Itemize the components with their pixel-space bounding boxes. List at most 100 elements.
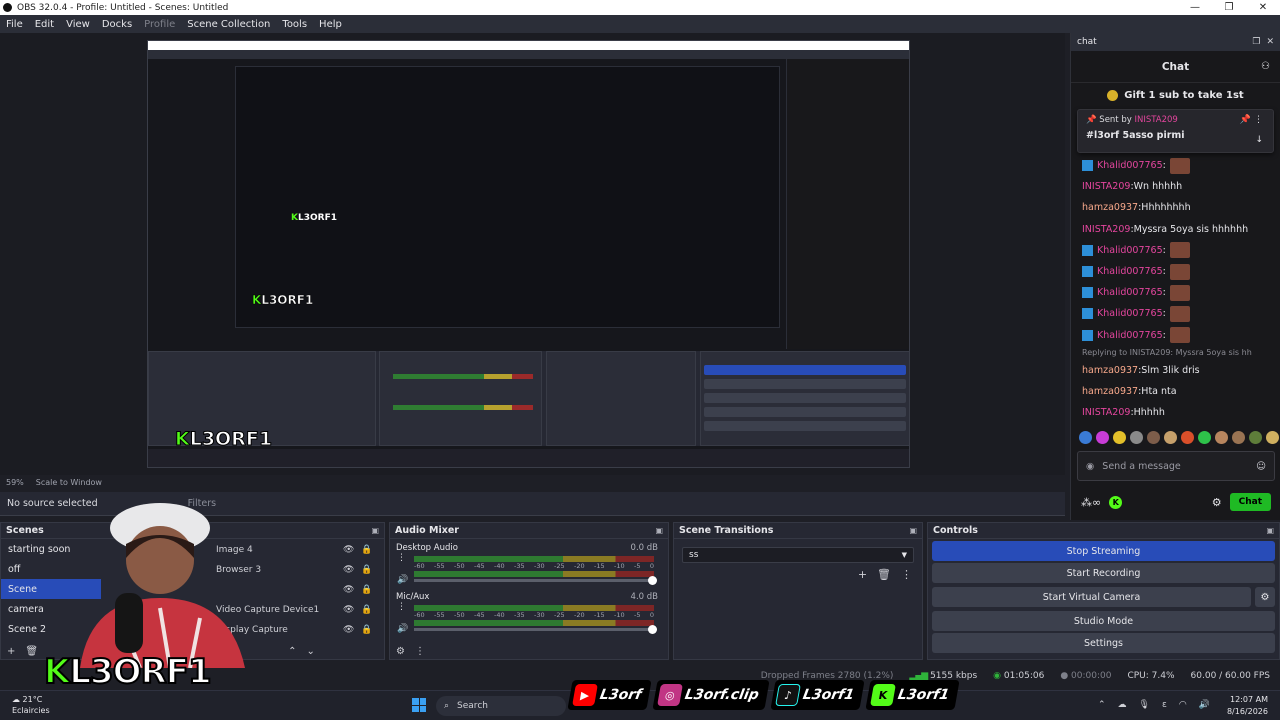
- dock-menu-icon[interactable]: ▣: [909, 526, 917, 535]
- chat-username[interactable]: Khalid007765: [1097, 245, 1163, 256]
- tray-chevron-icon[interactable]: ⌃: [1098, 700, 1106, 710]
- maximize-icon[interactable]: ❐: [1212, 2, 1246, 13]
- emote-icon[interactable]: [1232, 431, 1245, 444]
- speaker-icon[interactable]: 🔊: [397, 575, 408, 585]
- scale-mode[interactable]: Scale to Window: [36, 478, 102, 487]
- speaker-icon[interactable]: 🔊: [397, 624, 408, 634]
- meter-tick: -60: [414, 562, 425, 570]
- menu-scene-collection[interactable]: Scene Collection: [181, 19, 276, 30]
- chat-text: Hhhhh: [1133, 407, 1165, 419]
- dock-menu-icon[interactable]: ▣: [1266, 526, 1274, 535]
- chat-username[interactable]: INISTA209: [1082, 181, 1130, 192]
- more-icon[interactable]: ⋮: [397, 602, 406, 612]
- emote-icon[interactable]: [1079, 431, 1092, 444]
- start-virtual-camera-button[interactable]: Start Virtual Camera: [932, 587, 1251, 607]
- chat-username[interactable]: Khalid007765: [1097, 160, 1163, 171]
- zoom-level[interactable]: 59%: [6, 478, 24, 487]
- keyboard-icon[interactable]: ε: [1162, 700, 1167, 710]
- emote-image: [1169, 157, 1190, 174]
- chat-username[interactable]: Khalid007765: [1097, 308, 1163, 319]
- chat-username[interactable]: Khalid007765: [1097, 287, 1163, 298]
- gift-banner[interactable]: Gift 1 sub to take 1st: [1071, 83, 1280, 107]
- more-icon[interactable]: ⋮: [397, 553, 406, 563]
- cloud-icon[interactable]: ☁: [1118, 700, 1127, 710]
- kick-icon[interactable]: K: [1109, 495, 1123, 509]
- menu-help[interactable]: Help: [313, 19, 348, 30]
- taskbar-search[interactable]: ⌕ Search: [436, 696, 566, 716]
- emote-icon[interactable]: [1113, 431, 1126, 444]
- float-dock-icon[interactable]: ❐: [1252, 37, 1260, 47]
- settings-button[interactable]: Settings: [932, 633, 1275, 653]
- chat-username[interactable]: hamza0937: [1082, 386, 1138, 397]
- transition-menu-icon[interactable]: ⋮: [901, 568, 912, 581]
- emote-icon[interactable]: [1215, 431, 1228, 444]
- minimize-icon[interactable]: —: [1178, 2, 1212, 13]
- chat-settings-icon[interactable]: ⚙: [1212, 496, 1222, 509]
- add-scene-icon[interactable]: +: [7, 646, 15, 657]
- clock[interactable]: 12:07 AM 8/16/2026: [1227, 694, 1268, 718]
- mic-icon[interactable]: 🎙: [1139, 700, 1150, 710]
- emote-icon[interactable]: [1198, 431, 1211, 444]
- chat-username[interactable]: INISTA209: [1082, 224, 1130, 235]
- chat-username[interactable]: hamza0937: [1082, 202, 1138, 213]
- emote-icon[interactable]: [1096, 431, 1109, 444]
- chat-username[interactable]: Khalid007765: [1097, 330, 1163, 341]
- move-down-icon[interactable]: ⌄: [306, 646, 314, 657]
- menu-view[interactable]: View: [60, 19, 96, 30]
- record-time: 00:00:00: [1071, 671, 1112, 681]
- close-dock-icon[interactable]: ✕: [1266, 37, 1274, 47]
- emote-icon[interactable]: [1181, 431, 1194, 444]
- studio-mode-button[interactable]: Studio Mode: [932, 611, 1275, 631]
- emote-icon[interactable]: [1249, 431, 1262, 444]
- dock-menu-icon[interactable]: ▣: [655, 526, 663, 535]
- menu-edit[interactable]: Edit: [29, 19, 60, 30]
- wifi-icon[interactable]: ◠: [1179, 700, 1187, 710]
- social-chip-kick: K L3orf1: [865, 680, 960, 710]
- volume-slider[interactable]: [414, 625, 657, 634]
- emote-image: [1169, 242, 1190, 259]
- chat-input[interactable]: ◉ Send a message ☺: [1077, 451, 1275, 481]
- dock-menu-icon[interactable]: ▣: [371, 526, 379, 535]
- menu-docks[interactable]: Docks: [96, 19, 138, 30]
- move-up-icon[interactable]: ⌃: [288, 646, 296, 657]
- chat-username[interactable]: INISTA209: [1082, 407, 1130, 418]
- stream-time: 01:05:06: [1003, 671, 1045, 681]
- chat-send-button[interactable]: Chat: [1229, 493, 1271, 511]
- emote-icon[interactable]: [1130, 431, 1143, 444]
- pin-icon[interactable]: 📌 ⋮: [1240, 115, 1263, 125]
- start-recording-button[interactable]: Start Recording: [932, 563, 1275, 583]
- remove-transition-icon[interactable]: 🗑: [877, 568, 891, 581]
- chat-badge-icon[interactable]: ◉: [1086, 461, 1094, 472]
- volume-meter: [414, 571, 654, 577]
- virtual-camera-settings-icon[interactable]: ⚙: [1255, 587, 1275, 607]
- transition-select[interactable]: ss ▼: [682, 547, 914, 563]
- emoji-icon[interactable]: ☺: [1256, 461, 1266, 472]
- chat-message: Khalid007765:: [1082, 261, 1269, 282]
- preview-canvas[interactable]: [0, 33, 1065, 475]
- mixer-settings-icon[interactable]: ⚙: [396, 646, 405, 657]
- windows-start-icon[interactable]: [412, 698, 426, 712]
- volume-icon[interactable]: 🔊: [1199, 700, 1210, 710]
- remove-scene-icon[interactable]: 🗑: [25, 646, 38, 657]
- menu-tools[interactable]: Tools: [276, 19, 313, 30]
- close-icon[interactable]: ✕: [1246, 2, 1280, 13]
- users-icon[interactable]: ⚇: [1261, 61, 1270, 72]
- emote-icon[interactable]: [1266, 431, 1279, 444]
- add-transition-icon[interactable]: +: [858, 568, 867, 581]
- volume-slider[interactable]: [414, 576, 657, 585]
- nested-display-capture: [147, 40, 910, 468]
- emote-icon[interactable]: [1147, 431, 1160, 444]
- chat-username[interactable]: hamza0937: [1082, 365, 1138, 376]
- menu-profile[interactable]: Profile: [138, 19, 181, 30]
- chat-username[interactable]: Khalid007765: [1097, 266, 1163, 277]
- mixer-menu-icon[interactable]: ⋮: [415, 646, 425, 657]
- pinned-message[interactable]: 📌 Sent by INISTA209 #l3orf 5asso pirmi 📌…: [1077, 109, 1274, 153]
- webcam-overlay: [80, 503, 245, 668]
- weather-widget[interactable]: ☁ 21°C Eclaircies: [12, 694, 50, 716]
- meter-tick: -35: [514, 562, 525, 570]
- stop-streaming-button[interactable]: Stop Streaming: [932, 541, 1275, 561]
- points-icon[interactable]: ⁂∞: [1081, 496, 1101, 509]
- menu-file[interactable]: File: [0, 19, 29, 30]
- emote-icon[interactable]: [1164, 431, 1177, 444]
- expand-down-icon[interactable]: ↓: [1255, 135, 1263, 145]
